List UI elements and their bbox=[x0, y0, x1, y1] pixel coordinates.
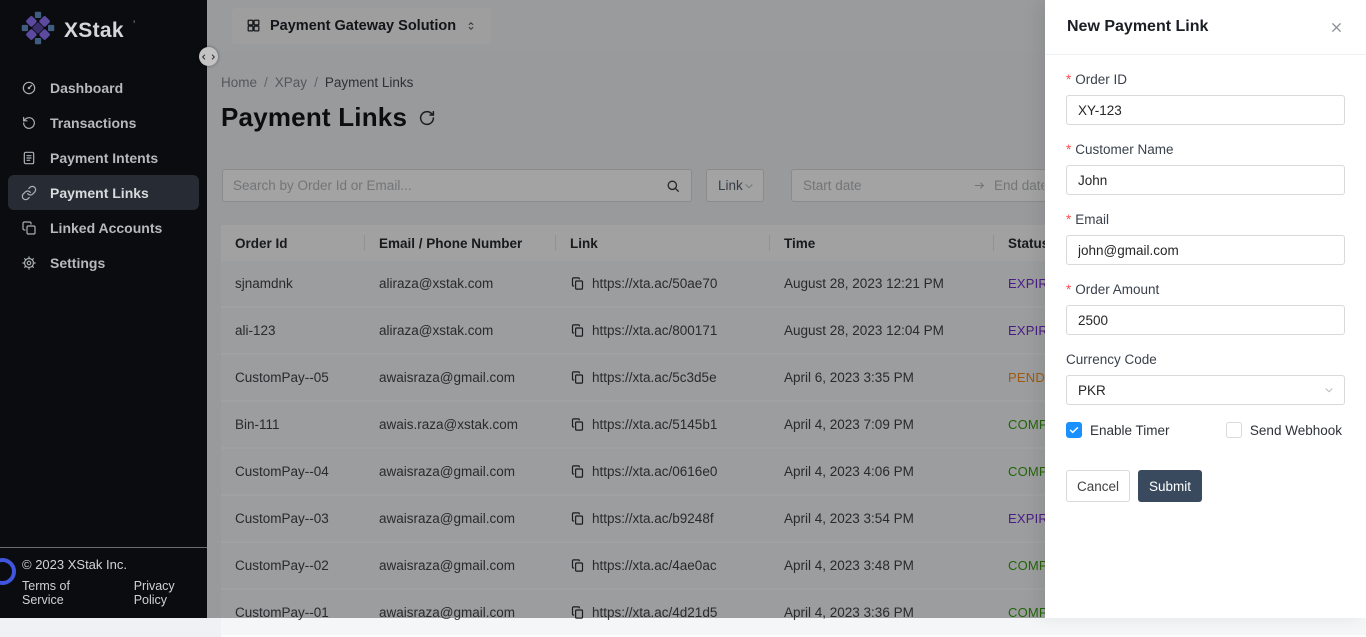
form-field-customer-name: * Customer Name bbox=[1066, 142, 1345, 195]
required-asterisk: * bbox=[1066, 212, 1071, 227]
submit-button[interactable]: Submit bbox=[1138, 470, 1202, 502]
currency-code-select[interactable]: PKR bbox=[1066, 375, 1345, 405]
sidebar-item-payment-links[interactable]: Payment Links bbox=[8, 175, 199, 210]
field-label-text: Customer Name bbox=[1075, 142, 1173, 157]
xstak-logo-icon bbox=[21, 11, 55, 50]
field-label: * Order Amount bbox=[1066, 282, 1345, 297]
drawer-title: New Payment Link bbox=[1067, 18, 1208, 36]
field-label-text: Order ID bbox=[1075, 72, 1127, 87]
sidebar-item-transactions[interactable]: Transactions bbox=[8, 105, 199, 140]
field-label: * Customer Name bbox=[1066, 142, 1345, 157]
linked-accounts-icon bbox=[21, 220, 37, 236]
payment-intents-icon bbox=[21, 150, 37, 166]
form-field-order-amount: * Order Amount bbox=[1066, 282, 1345, 335]
sidebar-item-dashboard[interactable]: Dashboard bbox=[8, 70, 199, 105]
sidebar-item-label: Dashboard bbox=[50, 80, 123, 96]
sidebar-item-label: Transactions bbox=[50, 115, 136, 131]
required-asterisk: * bbox=[1066, 72, 1071, 87]
required-asterisk: * bbox=[1066, 282, 1071, 297]
chevron-down-icon bbox=[1323, 384, 1335, 396]
dashboard-icon bbox=[21, 80, 37, 96]
order-amount-input[interactable] bbox=[1066, 305, 1345, 335]
sidebar-item-payment-intents[interactable]: Payment Intents bbox=[8, 140, 199, 175]
form-field-currency-code: Currency Code PKR bbox=[1066, 352, 1345, 405]
sidebar-footer: © 2023 XStak Inc. Terms of Service Privac… bbox=[0, 547, 207, 618]
checkbox-box bbox=[1226, 422, 1242, 438]
form-field-order-id: * Order ID bbox=[1066, 72, 1345, 125]
sidebar: XStak ’ Dashboard Transactions Payment Int… bbox=[0, 0, 207, 618]
email-input[interactable] bbox=[1066, 235, 1345, 265]
drawer-body: * Order ID * Customer Name * Email * Order Amou… bbox=[1045, 55, 1366, 502]
sidebar-item-label: Linked Accounts bbox=[50, 220, 162, 236]
order-id-input[interactable] bbox=[1066, 95, 1345, 125]
drawer-actions: Cancel Submit bbox=[1066, 470, 1345, 502]
settings-icon bbox=[21, 255, 37, 271]
sidebar-item-label: Payment Links bbox=[50, 185, 149, 201]
transactions-icon bbox=[21, 115, 37, 131]
select-value: PKR bbox=[1078, 383, 1106, 398]
customer-name-input[interactable] bbox=[1066, 165, 1345, 195]
checkbox-label: Enable Timer bbox=[1090, 423, 1170, 438]
drawer-header: New Payment Link bbox=[1045, 0, 1366, 55]
enable-timer-checkbox[interactable]: Enable Timer bbox=[1066, 422, 1170, 438]
field-label-text: Currency Code bbox=[1066, 352, 1157, 367]
checkbox-box bbox=[1066, 422, 1082, 438]
sidebar-item-label: Settings bbox=[50, 255, 105, 271]
close-icon[interactable] bbox=[1329, 20, 1344, 35]
sidebar-item-linked-accounts[interactable]: Linked Accounts bbox=[8, 210, 199, 245]
new-payment-link-drawer: New Payment Link * Order ID * Customer Name… bbox=[1045, 0, 1366, 618]
field-label-text: Email bbox=[1075, 212, 1109, 227]
field-label: * Order ID bbox=[1066, 72, 1345, 87]
send-webhook-checkbox[interactable]: Send Webhook bbox=[1226, 422, 1342, 438]
form-field-email: * Email bbox=[1066, 212, 1345, 265]
payment-links-icon bbox=[21, 185, 37, 201]
sidebar-nav: Dashboard Transactions Payment Intents Paym… bbox=[0, 70, 207, 280]
sidebar-item-settings[interactable]: Settings bbox=[8, 245, 199, 280]
field-label: Currency Code bbox=[1066, 352, 1345, 367]
field-label-text: Order Amount bbox=[1075, 282, 1159, 297]
terms-of-service-link[interactable]: Terms of Service bbox=[22, 579, 110, 607]
required-asterisk: * bbox=[1066, 142, 1071, 157]
checkbox-row: Enable Timer Send Webhook bbox=[1066, 422, 1345, 438]
cancel-button[interactable]: Cancel bbox=[1066, 470, 1130, 502]
sidebar-collapse-handle[interactable] bbox=[199, 47, 218, 66]
field-label: * Email bbox=[1066, 212, 1345, 227]
checkbox-label: Send Webhook bbox=[1250, 423, 1342, 438]
logo-text: XStak bbox=[64, 19, 124, 43]
copyright-text: © 2023 XStak Inc. bbox=[22, 557, 207, 572]
logo-trademark-mark: ’ bbox=[133, 19, 135, 31]
footer-links: Terms of Service Privacy Policy bbox=[22, 579, 207, 607]
privacy-policy-link[interactable]: Privacy Policy bbox=[134, 579, 207, 607]
sidebar-item-label: Payment Intents bbox=[50, 150, 158, 166]
xstak-logo: XStak ’ bbox=[0, 0, 207, 60]
